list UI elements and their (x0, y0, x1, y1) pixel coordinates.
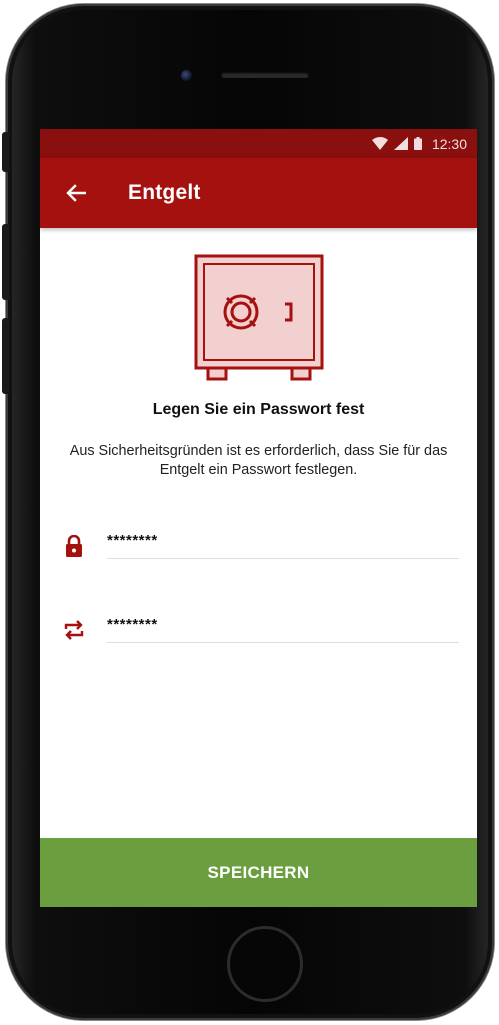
phone-screen: 12:30 Entgelt Legen Sie ein Passwort fes… (40, 129, 477, 907)
status-bar: 12:30 (40, 129, 477, 158)
password-underline (107, 558, 459, 559)
app-bar: Entgelt (40, 158, 477, 228)
phone-volume-up (2, 224, 9, 300)
home-button[interactable] (227, 926, 303, 1002)
earpiece-speaker (221, 72, 309, 78)
description: Aus Sicherheitsgründen ist es erforderli… (69, 443, 448, 478)
phone-mute-switch (2, 132, 9, 172)
signal-icon (393, 137, 408, 150)
save-button[interactable]: SPEICHERN (40, 838, 477, 907)
arrow-left-icon (66, 184, 86, 202)
password-field[interactable]: ******** (40, 526, 477, 570)
status-time: 12:30 (431, 135, 467, 152)
battery-icon (413, 137, 422, 150)
heading: Legen Sie ein Passwort fest (152, 401, 365, 418)
back-button[interactable] (64, 181, 88, 205)
page-title: Entgelt (128, 181, 201, 204)
repeat-password-field[interactable]: ******** (40, 610, 477, 654)
stage: 12:30 Entgelt Legen Sie ein Passwort fes… (0, 0, 499, 1025)
repeat-icon (62, 618, 86, 642)
repeat-password-underline (107, 642, 459, 643)
wifi-icon (371, 137, 388, 150)
phone-volume-down (2, 318, 9, 394)
front-camera (181, 70, 192, 81)
repeat-password-input[interactable]: ******** (107, 616, 459, 633)
safe-icon (194, 254, 324, 381)
password-input[interactable]: ******** (107, 532, 459, 549)
lock-icon (62, 534, 86, 558)
